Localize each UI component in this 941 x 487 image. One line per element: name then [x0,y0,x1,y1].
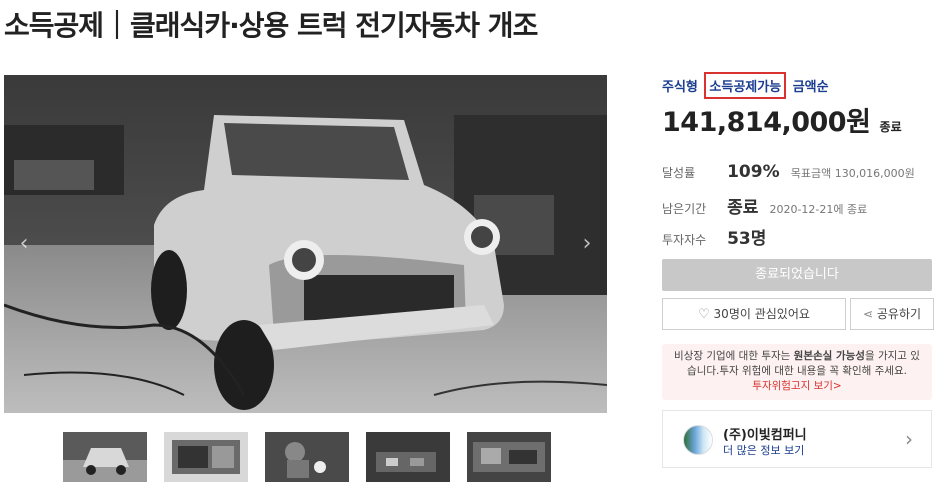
company-name: (주)이빛컴퍼니 [723,428,807,443]
like-button[interactable]: ♡ 30명이 관심있어요 [662,298,846,330]
thumbnail-4-image [366,432,450,482]
warning-line-1: 비상장 기업에 대한 투자는 원본손실 가능성을 가지고 있 [674,350,920,362]
like-label: 30명이 관심있어요 [713,307,810,321]
tag-amount-type[interactable]: 금액순 [793,76,829,95]
achievement-label: 달성률 [662,166,696,180]
car-photo [4,75,607,413]
remaining-row: 남은기간 종료 2020-12-21에 종료 [662,193,867,218]
gallery-next-button[interactable]: › [573,228,601,260]
amount-status: 종료 [879,120,902,134]
share-label: 공유하기 [876,307,922,321]
thumbnail-5[interactable] [467,432,551,482]
company-more-link[interactable]: 더 많은 정보 보기 [723,442,804,458]
gallery-prev-button[interactable]: ‹ [10,228,38,260]
thumbnail-1[interactable] [63,432,147,482]
main-photo[interactable]: ‹ › [4,75,607,413]
end-date: 2020-12-21에 종료 [769,203,868,216]
page-title: 소득공제｜클래식카·상용 트럭 전기자동차 개조 [4,9,538,42]
thumbnail-1-image [63,432,147,482]
tag-income-deduction[interactable]: 소득공제가능 [704,72,787,99]
thumbnail-2-image [164,432,248,482]
company-logo [683,425,713,455]
warning-bold: 원본손실 가능성 [793,350,865,362]
warning-line-2: 습니다.투자 위험에 대한 내용을 꼭 확인해 주세요. [687,365,907,377]
thumbnail-5-image [467,432,551,482]
share-button[interactable]: ⋖ 공유하기 [850,298,934,330]
remaining-value: 종료 [727,198,759,218]
risk-warning: 비상장 기업에 대한 투자는 원본손실 가능성을 가지고 있 습니다.투자 위험… [662,344,932,400]
thumbnail-4[interactable] [366,432,450,482]
raised-amount: 141,814,000원 [662,107,871,138]
chevron-right-icon: › [905,427,913,451]
amount-row: 141,814,000원 종료 [662,100,902,139]
target-amount: 목표금액 130,016,000원 [790,167,915,180]
investors-row: 투자자수 53명 [662,224,772,249]
heart-icon: ♡ [698,307,710,322]
closed-button[interactable]: 종료되었습니다 [662,259,932,291]
tag-stock-type[interactable]: 주식형 [662,76,698,95]
thumbnail-strip [63,432,551,482]
thumbnail-3[interactable] [265,432,349,482]
achievement-value: 109% [727,162,780,182]
achievement-row: 달성률 109% 목표금액 130,016,000원 [662,162,915,182]
tag-list: 주식형 소득공제가능 금액순 [662,72,829,99]
thumbnail-2[interactable] [164,432,248,482]
investors-value: 53명 [727,229,767,249]
share-icon: ⋖ [862,307,874,321]
company-card[interactable]: (주)이빛컴퍼니 더 많은 정보 보기 › [662,410,932,468]
risk-notice-link[interactable]: 투자위험고지 보기> [662,379,932,394]
investors-label: 투자자수 [662,233,707,247]
thumbnail-3-image [265,432,349,482]
remaining-label: 남은기간 [662,202,707,216]
